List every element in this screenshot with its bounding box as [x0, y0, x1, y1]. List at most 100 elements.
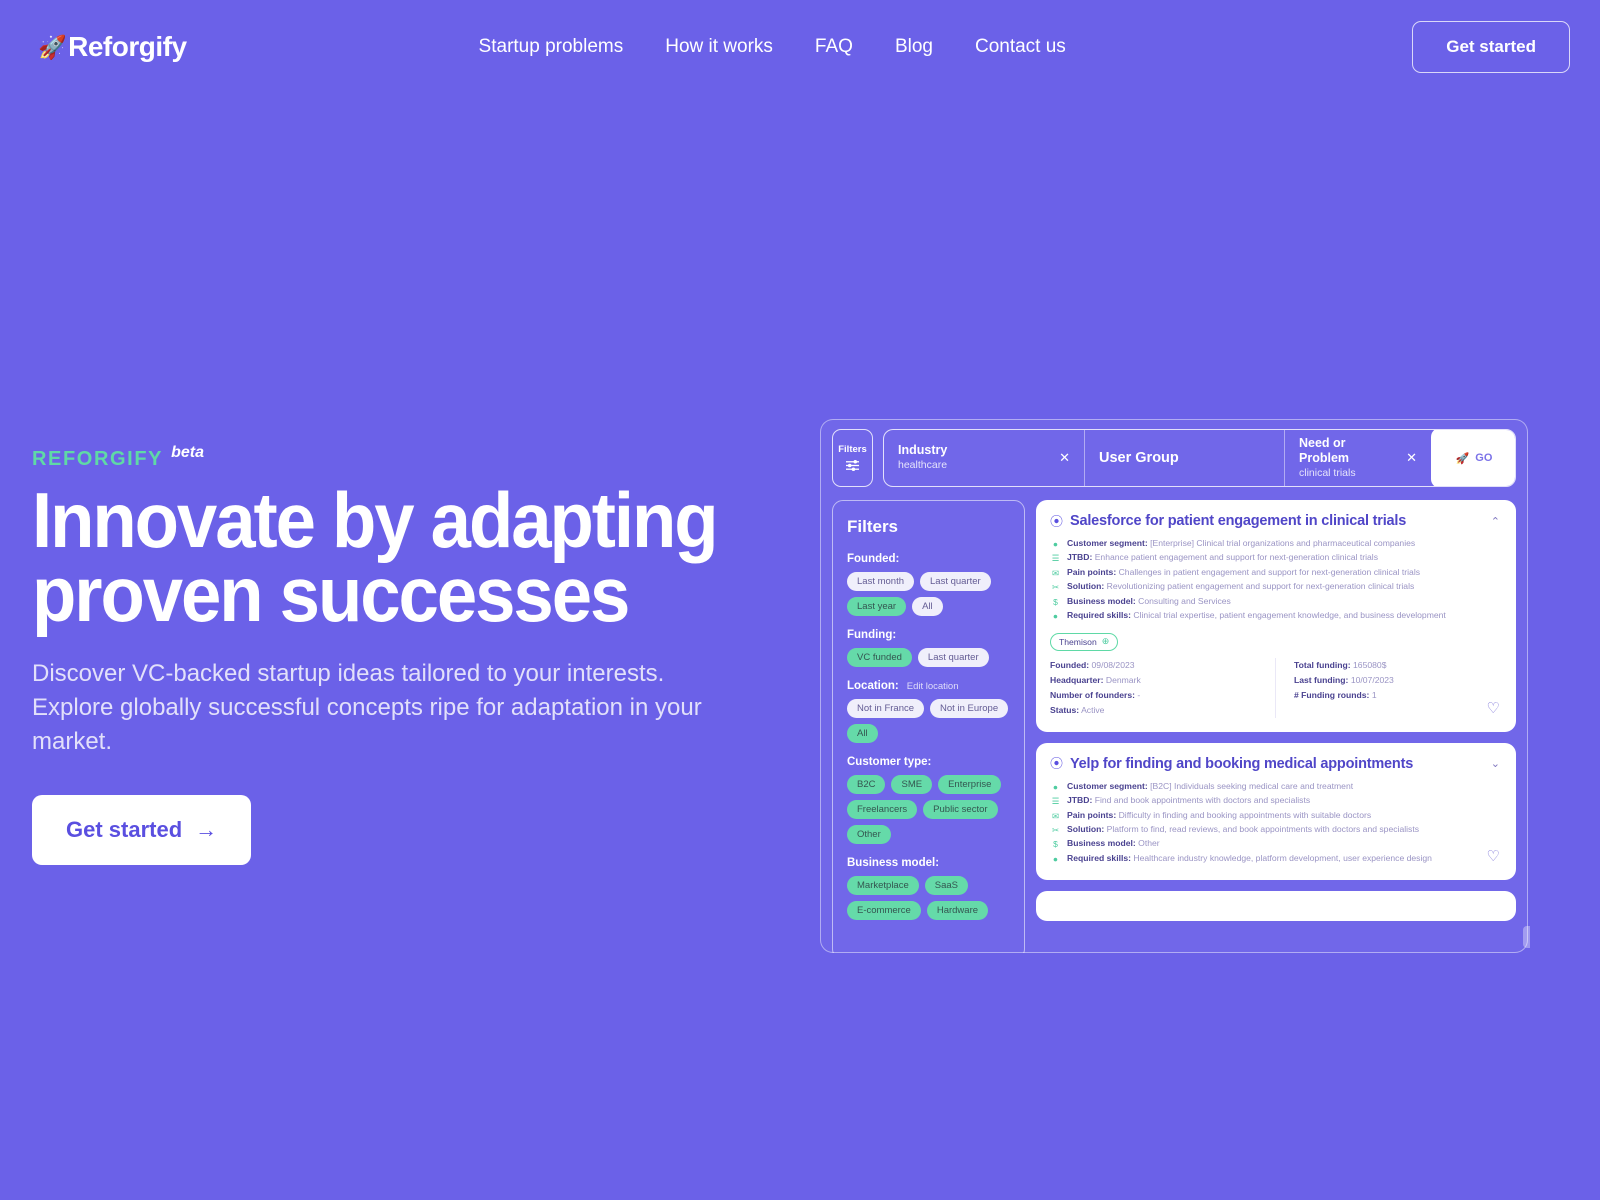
row-value: Enhance patient engagement and support f…: [1094, 552, 1378, 563]
company-meta-right: Total funding: 165080$ Last funding: 10/…: [1275, 657, 1500, 718]
mockup-search-row: Filters Industry healthcare ✕ User Group…: [818, 413, 1530, 487]
person-icon: ●: [1052, 781, 1059, 792]
industry-value: healthcare: [898, 458, 948, 471]
meta-value: 165080$: [1353, 659, 1387, 670]
sliders-icon: [846, 460, 859, 471]
row-value: Platform to find, read reviews, and book…: [1106, 823, 1420, 834]
result-row: ☰ JTBD: Find and book appointments with d…: [1050, 794, 1500, 808]
search-go-button[interactable]: 🚀 GO: [1431, 430, 1515, 486]
company-meta: Founded: 09/08/2023 Headquarter: Denmark…: [1050, 657, 1500, 718]
rocket-icon: 🚀: [38, 34, 67, 60]
result-row: ● Customer segment: [B2C] Individuals see…: [1050, 780, 1500, 794]
circle-icon: ●: [1052, 611, 1059, 622]
nav-get-started-button[interactable]: Get started: [1412, 20, 1570, 73]
row-value: Other: [1138, 838, 1160, 849]
result-card[interactable]: ⦿ Salesforce for patient engagement in c…: [1036, 500, 1516, 732]
industry-label: Industry: [898, 443, 948, 458]
result-row: ☰ JTBD: Enhance patient engagement and su…: [1050, 551, 1500, 565]
meta-line: Headquarter: Denmark: [1050, 673, 1261, 688]
search-bar: Industry healthcare ✕ User Group Need or…: [883, 429, 1516, 487]
row-value: Find and book appointments with doctors …: [1094, 795, 1311, 806]
nav-links: Startup problems How it works FAQ Blog C…: [479, 36, 1066, 58]
top-navigation: 🚀 Reforgify Startup problems How it work…: [0, 0, 1600, 93]
drop-icon: ⦿: [1050, 756, 1064, 772]
meta-label: Status:: [1050, 704, 1080, 715]
list-icon: ☰: [1051, 796, 1060, 807]
meta-label: Founded:: [1050, 659, 1090, 670]
heart-outline-icon[interactable]: ♡: [1487, 849, 1500, 864]
row-label: Solution:: [1067, 581, 1105, 592]
collapse-chevron-icon[interactable]: ⌃: [1491, 515, 1500, 528]
result-row: ● Required skills: Clinical trial experti…: [1050, 609, 1500, 623]
meta-value: 1: [1371, 689, 1377, 700]
meta-label: Last funding:: [1294, 674, 1349, 685]
envelope-icon: ✉: [1051, 810, 1060, 821]
page-title: Innovate by adapting proven successes: [32, 481, 748, 633]
meta-value: Active: [1081, 704, 1105, 715]
row-value: Difficulty in finding and booking appoin…: [1118, 809, 1372, 820]
row-label: Customer segment:: [1067, 538, 1148, 548]
meta-line: Total funding: 165080$: [1294, 658, 1486, 673]
result-card[interactable]: ⦿ Yelp for finding and booking medical a…: [1036, 742, 1516, 881]
hero-subheading: Discover VC-backed startup ideas tailore…: [32, 660, 702, 756]
result-row: ✂ Solution: Revolutionizing patient engag…: [1050, 580, 1500, 594]
search-field-need-or-problem[interactable]: Need or Problem clinical trials ✕: [1284, 430, 1431, 486]
meta-line: Status: Active: [1050, 703, 1261, 718]
row-label: JTBD:: [1067, 795, 1093, 806]
meta-label: # Funding rounds:: [1294, 689, 1370, 700]
hero-copy: REFORGIFY beta Innovate by adapting prov…: [32, 93, 802, 866]
row-value: [B2C] Individuals seeking medical care a…: [1150, 780, 1354, 791]
brand-logo[interactable]: 🚀 Reforgify: [38, 31, 187, 63]
result-row: ✉ Pain points: Difficulty in finding and …: [1050, 809, 1500, 823]
result-row: ✂ Solution: Platform to find, read review…: [1050, 823, 1500, 837]
company-meta-left: Founded: 09/08/2023 Headquarter: Denmark…: [1050, 658, 1275, 718]
row-label: Business model:: [1067, 838, 1136, 849]
row-label: Required skills:: [1067, 852, 1131, 863]
meta-line: Last funding: 10/07/2023: [1294, 673, 1486, 688]
dollar-icon: $: [1053, 839, 1058, 850]
meta-line: # Funding rounds: 1: [1294, 688, 1486, 703]
nav-link-contact-us[interactable]: Contact us: [975, 36, 1066, 58]
arrow-right-icon: →: [195, 817, 218, 843]
dollar-icon: $: [1053, 596, 1058, 607]
nav-link-blog[interactable]: Blog: [895, 36, 933, 58]
filters-toggle-button[interactable]: Filters: [832, 429, 873, 487]
scrollbar-thumb[interactable]: [1523, 926, 1530, 948]
clear-need-icon[interactable]: ✕: [1398, 450, 1417, 466]
scissors-icon: ✂: [1051, 824, 1060, 835]
hero-get-started-button[interactable]: Get started →: [32, 795, 252, 866]
nav-link-startup-problems[interactable]: Startup problems: [479, 36, 624, 58]
need-label: Need or Problem: [1299, 435, 1350, 466]
nav-link-faq[interactable]: FAQ: [815, 36, 853, 58]
result-row: ● Customer segment: [Enterprise] Clinical…: [1050, 537, 1500, 551]
need-value: clinical trials: [1299, 466, 1356, 479]
meta-label: Number of founders:: [1050, 689, 1135, 700]
row-label: JTBD:: [1067, 552, 1093, 563]
person-icon: ●: [1052, 539, 1059, 549]
hero-eyebrow-row: REFORGIFY beta: [32, 444, 802, 471]
meta-value: 10/07/2023: [1350, 674, 1394, 685]
nav-link-how-it-works[interactable]: How it works: [665, 36, 773, 58]
result-card[interactable]: [1036, 891, 1516, 922]
clear-industry-icon[interactable]: ✕: [1051, 450, 1070, 466]
result-row: ✉ Pain points: Challenges in patient enga…: [1050, 566, 1500, 580]
row-label: Solution:: [1067, 823, 1105, 834]
row-value: Healthcare industry knowledge, platform …: [1133, 852, 1432, 863]
meta-value: 09/08/2023: [1091, 659, 1135, 670]
beta-badge: beta: [171, 444, 204, 461]
search-field-user-group[interactable]: User Group: [1084, 430, 1284, 486]
row-value: Challenges in patient engagement and sup…: [1118, 566, 1421, 577]
row-value: Revolutionizing patient engagement and s…: [1106, 581, 1415, 592]
hero-cta-label: Get started: [66, 817, 183, 843]
circle-icon: ●: [1052, 853, 1059, 864]
search-field-industry[interactable]: Industry healthcare ✕: [884, 430, 1084, 486]
expand-chevron-icon[interactable]: ⌄: [1491, 757, 1500, 770]
meta-label: Headquarter:: [1050, 674, 1104, 685]
rocket-icon: 🚀: [1455, 452, 1470, 465]
list-icon: ☰: [1051, 553, 1060, 564]
company-tag[interactable]: Themison ⊕: [1050, 632, 1119, 651]
headline-line-2: proven successes: [32, 550, 630, 639]
row-label: Customer segment:: [1067, 780, 1148, 791]
meta-label: Total funding:: [1294, 659, 1351, 670]
heart-outline-icon[interactable]: ♡: [1487, 701, 1500, 716]
